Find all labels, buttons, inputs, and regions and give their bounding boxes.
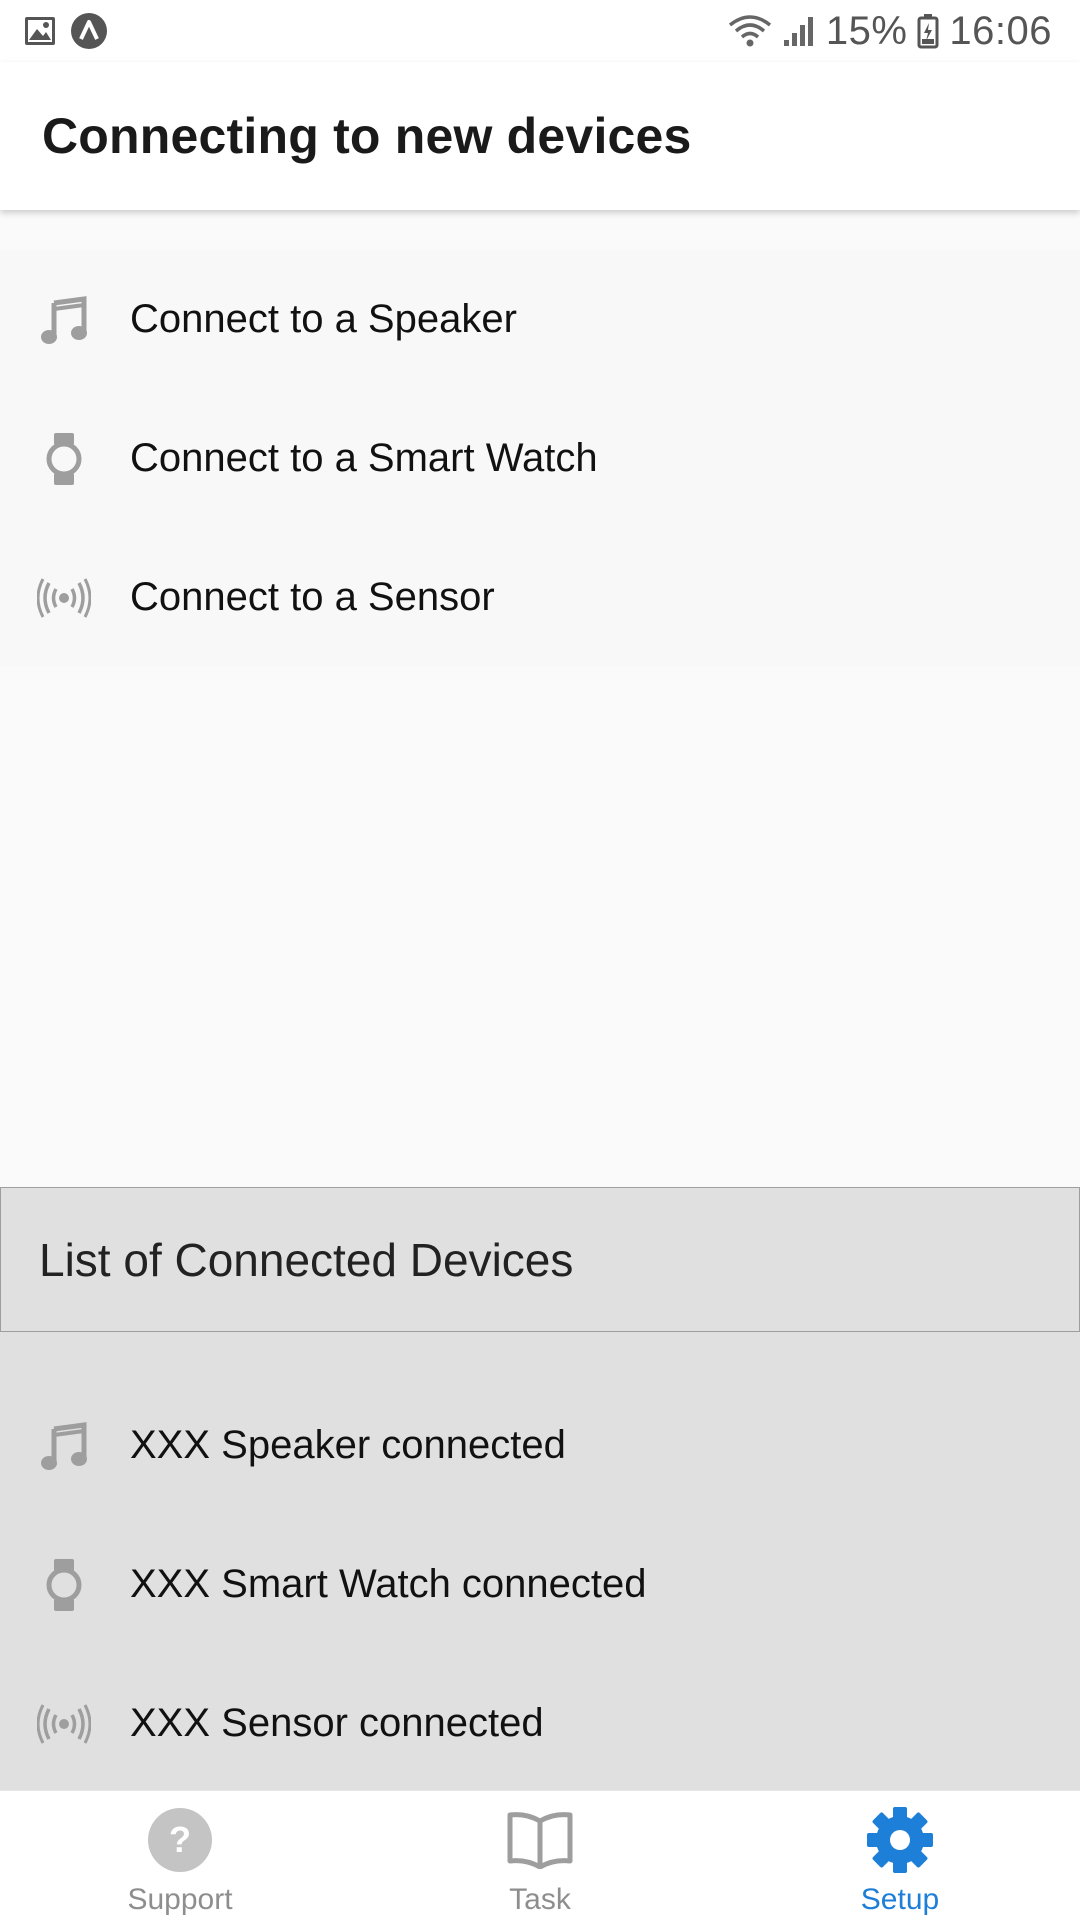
nav-task-label: Task xyxy=(509,1883,571,1916)
connect-speaker-item[interactable]: Connect to a Speaker xyxy=(0,250,1080,389)
connected-devices-header: List of Connected Devices xyxy=(0,1187,1080,1332)
status-time: 16:06 xyxy=(949,8,1052,53)
page-title: Connecting to new devices xyxy=(42,108,692,164)
music-note-icon xyxy=(36,292,92,348)
book-icon xyxy=(505,1805,575,1875)
music-note-icon xyxy=(36,1418,92,1474)
status-left xyxy=(24,12,108,50)
connected-speaker-label: XXX Speaker connected xyxy=(130,1423,566,1467)
app-notification-icon xyxy=(70,12,108,50)
wifi-icon xyxy=(728,13,772,49)
battery-percentage: 15% xyxy=(825,8,908,53)
status-bar: 15% 16:06 xyxy=(0,0,1080,62)
connected-sensor-label: XXX Sensor connected xyxy=(130,1701,544,1745)
connect-sensor-label: Connect to a Sensor xyxy=(130,575,495,619)
nav-setup[interactable]: Setup xyxy=(720,1791,1080,1920)
app-bar: Connecting to new devices xyxy=(0,62,1080,210)
sensor-icon xyxy=(36,1696,92,1752)
sensor-icon xyxy=(36,570,92,626)
screen: 15% 16:06 Connecting to new devices Conn… xyxy=(0,0,1080,1920)
nav-support[interactable]: ? Support xyxy=(0,1791,360,1920)
connect-sensor-item[interactable]: Connect to a Sensor xyxy=(0,528,1080,667)
image-icon xyxy=(24,16,56,46)
connected-smart-watch-item[interactable]: XXX Smart Watch connected xyxy=(0,1515,1080,1654)
connect-smart-watch-label: Connect to a Smart Watch xyxy=(130,436,598,480)
nav-task[interactable]: Task xyxy=(360,1791,720,1920)
connect-smart-watch-item[interactable]: Connect to a Smart Watch xyxy=(0,389,1080,528)
bottom-navigation: ? Support Task Setup xyxy=(0,1790,1080,1920)
battery-icon xyxy=(917,13,939,49)
watch-icon xyxy=(36,1557,92,1613)
nav-setup-label: Setup xyxy=(860,1883,940,1916)
svg-text:?: ? xyxy=(169,1819,191,1860)
connected-devices-list: XXX Speaker connected XXX Smart Watch co… xyxy=(0,1332,1080,1790)
watch-icon xyxy=(36,431,92,487)
connected-sensor-item[interactable]: XXX Sensor connected xyxy=(0,1654,1080,1793)
gear-icon xyxy=(865,1805,935,1875)
connected-devices-title: List of Connected Devices xyxy=(39,1233,574,1286)
nav-support-label: Support xyxy=(127,1883,233,1916)
connect-options-list: Connect to a Speaker Connect to a Smart … xyxy=(0,250,1080,666)
connected-smart-watch-label: XXX Smart Watch connected xyxy=(130,1562,647,1606)
signal-icon xyxy=(782,14,816,48)
status-right: 15% 16:06 xyxy=(728,9,1052,54)
connect-speaker-label: Connect to a Speaker xyxy=(130,297,517,341)
help-icon: ? xyxy=(145,1805,215,1875)
connected-speaker-item[interactable]: XXX Speaker connected xyxy=(0,1376,1080,1515)
